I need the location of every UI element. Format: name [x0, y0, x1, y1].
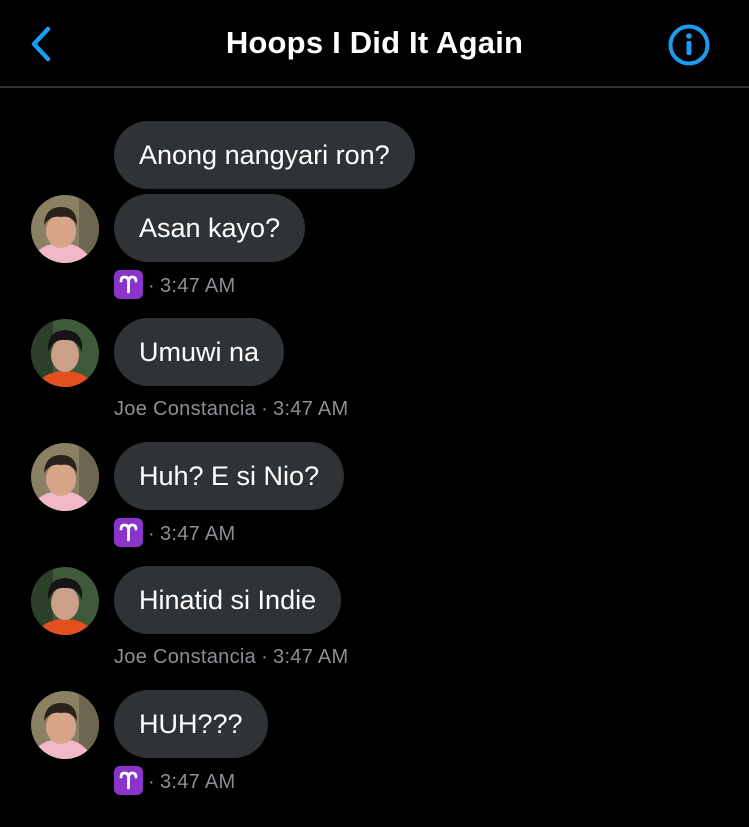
message-time: 3:47 AM: [159, 275, 236, 297]
avatar[interactable]: [31, 319, 99, 387]
message-bubble[interactable]: Hinatid si Indie: [114, 566, 342, 634]
meta-separator: ·: [261, 646, 269, 668]
aries-icon: [114, 518, 143, 547]
message-meta: · 3:47 AM: [114, 766, 235, 796]
sender-name[interactable]: Joe Constancia: [114, 398, 256, 420]
message-bubble[interactable]: Anong nangyari ron?: [114, 121, 415, 189]
meta-separator: ·: [148, 523, 155, 545]
meta-separator: ·: [148, 275, 155, 297]
message-time: 3:47 AM: [273, 646, 349, 668]
meta-separator: ·: [148, 771, 155, 793]
message-bubble[interactable]: Huh? E si Nio?: [114, 442, 345, 510]
avatar[interactable]: [31, 195, 99, 263]
avatar[interactable]: [31, 567, 99, 635]
conversation-header: Hoops I Did It Again: [0, 0, 749, 88]
message-meta: · 3:47 AM: [114, 270, 235, 300]
message-meta: Joe Constancia · 3:47 AM: [114, 394, 349, 424]
message-bubble[interactable]: Umuwi na: [114, 318, 285, 386]
message-bubble[interactable]: Asan kayo?: [114, 194, 306, 262]
info-icon: [668, 24, 710, 66]
conversation-title: Hoops I Did It Again: [225, 25, 524, 60]
info-button[interactable]: [667, 23, 711, 67]
aries-icon: [114, 766, 143, 795]
message-bubble[interactable]: HUH???: [114, 690, 268, 758]
avatar[interactable]: [31, 691, 99, 759]
sender-name[interactable]: Joe Constancia: [114, 646, 256, 668]
message-meta: · 3:47 AM: [114, 518, 235, 548]
avatar[interactable]: [31, 443, 99, 511]
message-time: 3:47 AM: [159, 523, 236, 545]
aries-icon: [114, 270, 143, 299]
message-time: 3:47 AM: [159, 771, 236, 793]
message-meta: Joe Constancia · 3:47 AM: [114, 642, 349, 672]
message-time: 3:47 AM: [273, 398, 349, 420]
meta-separator: ·: [261, 398, 269, 420]
